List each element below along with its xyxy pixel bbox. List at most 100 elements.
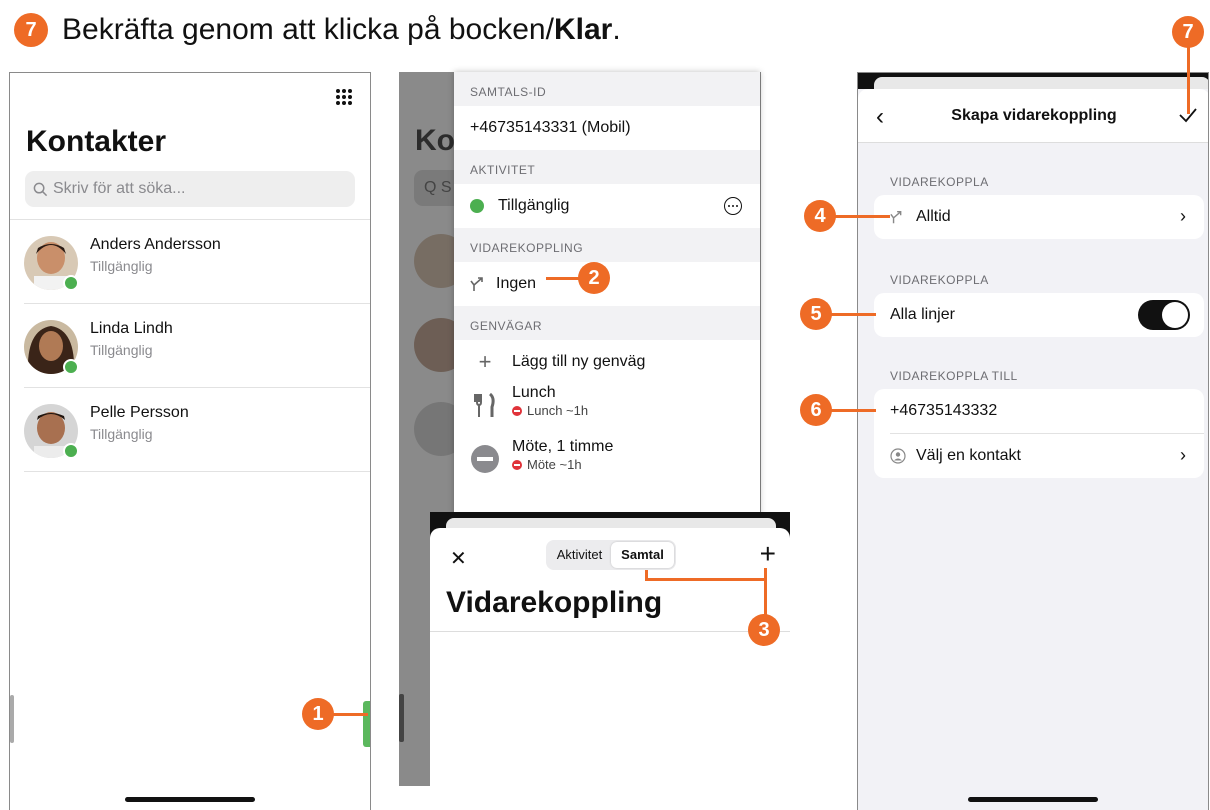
shortcut-lunch[interactable]: Lunch Lunch ~1h [454,384,760,438]
side-grip[interactable] [10,695,14,743]
forward-condition-card: Alltid › [874,195,1204,239]
contact-status: Tillgänglig [90,342,153,358]
callout-line-7 [1187,42,1190,114]
add-shortcut-row[interactable]: + Lägg till ny genväg [454,340,760,384]
section-header-shortcuts: GENVÄGAR [454,306,760,340]
callout-line-1 [332,713,368,716]
contact-status: Tillgänglig [90,258,153,274]
cutlery-icon [474,392,495,417]
sheet-edge [874,77,1208,89]
side-grip [399,694,404,742]
contact-row[interactable]: Linda Lindh Tillgänglig [24,304,370,388]
shortcut-title: Möte, 1 timme [512,438,614,455]
close-icon[interactable]: ✕ [450,546,467,571]
add-shortcut-label: Lägg till ny genväg [512,353,646,370]
nav-title: Skapa vidarekoppling [951,106,1117,124]
back-chevron-icon[interactable]: ‹ [876,103,884,131]
callout-line-6 [830,409,876,412]
section-header-forward: VIDAREKOPPLA [890,175,989,189]
section-header-activity: AKTIVITET [454,150,760,184]
contact-list: Anders Andersson Tillgänglig Linda Lindh… [10,219,370,472]
section-header-lines: VIDAREKOPPLA [890,273,989,287]
create-forwarding-screen: ‹ Skapa vidarekoppling VIDAREKOPPLA Allt… [857,72,1209,810]
activity-value: Tillgänglig [498,197,570,214]
forward-number-field[interactable]: +46735143332 [874,389,1204,433]
page-title: Kontakter [26,125,167,158]
divider [430,631,790,632]
forwarding-sheet: ✕ Aktivitet Samtal + Vidarekoppling [430,528,790,810]
callout-line-4 [830,215,890,218]
section-header-id: SAMTALS-ID [454,72,760,106]
instruction-text-main: Bekräfta genom att klicka på bocken/ [62,13,554,46]
shortcut-subtitle: Lunch ~1h [527,403,589,418]
shortcut-title: Lunch [512,384,556,401]
all-lines-card: Alla linjer [874,293,1204,337]
home-indicator [968,797,1098,802]
caller-id-row[interactable]: +46735143331 (Mobil) [454,106,760,150]
tab-activity[interactable]: Aktivitet [548,542,611,568]
do-not-disturb-icon [471,445,499,473]
sheet-title: Vidarekoppling [446,586,663,619]
forwarding-value: Ingen [496,275,537,292]
tab-calls[interactable]: Samtal [611,542,674,568]
caller-id-value: +46735143331 (Mobil) [470,119,631,136]
chevron-right-icon: › [1180,206,1186,226]
instruction-text-bold: Klar [553,13,613,46]
busy-icon [512,405,522,416]
contact-status: Tillgänglig [90,426,153,442]
callout-badge-1: 1 [302,698,334,730]
contact-name: Anders Andersson [90,236,221,253]
nav-bar: ‹ Skapa vidarekoppling [858,89,1208,143]
search-icon [33,182,48,196]
forward-number-value: +46735143332 [890,402,998,419]
presence-indicator [63,359,79,375]
forward-icon [470,277,483,291]
presence-indicator [63,275,79,291]
instruction-text: Bekräfta genom att klicka på bocken/Klar… [62,13,621,47]
more-options-icon[interactable] [724,197,742,215]
callout-line-2 [546,277,582,280]
instruction-headline: 7 Bekräfta genom att klicka på bocken/Kl… [14,10,621,50]
contact-name: Linda Lindh [90,320,173,337]
callout-badge-2: 2 [578,262,610,294]
all-lines-row: Alla linjer [874,293,1204,337]
callout-badge-5: 5 [800,298,832,330]
forward-to-card: +46735143332 Välj en kontakt › [874,389,1204,478]
status-drawer-handle[interactable] [363,701,370,747]
forward-icon [890,210,902,224]
contact-row[interactable]: Pelle Persson Tillgänglig [24,388,370,472]
plus-icon: + [478,349,492,374]
contact-icon [890,448,906,464]
section-header-forwarding: VIDAREKOPPLING [454,228,760,262]
add-forwarding-button[interactable]: + [760,538,776,570]
contact-name: Pelle Persson [90,404,189,421]
contact-row[interactable]: Anders Andersson Tillgänglig [24,220,370,304]
chevron-right-icon: › [1180,445,1186,465]
section-header-forward-to: VIDAREKOPPLA TILL [890,369,1018,383]
callout-badge-7: 7 [1172,16,1204,48]
segmented-control: Aktivitet Samtal [546,540,676,570]
dimmed-title: Ko [415,124,455,157]
busy-icon [512,459,522,470]
activity-row[interactable]: Tillgänglig [454,184,760,228]
forward-condition-value: Alltid [916,208,951,225]
callout-line-3c [764,568,767,616]
status-menu: SAMTALS-ID +46735143331 (Mobil) AKTIVITE… [454,72,760,518]
callout-line-5 [830,313,876,316]
callout-badge-6: 6 [800,394,832,426]
available-dot-icon [470,199,484,213]
instruction-text-tail: . [612,13,621,46]
step-badge-7: 7 [14,13,48,47]
choose-contact-row[interactable]: Välj en kontakt › [874,434,1204,478]
all-lines-label: Alla linjer [890,306,955,323]
shortcut-subtitle: Möte ~1h [527,457,582,472]
home-indicator [125,797,255,802]
shortcut-meeting[interactable]: Möte, 1 timme Möte ~1h [454,438,760,492]
forward-condition-row[interactable]: Alltid › [874,195,1204,239]
search-input[interactable]: Skriv för att söka... [25,171,355,207]
callout-badge-4: 4 [804,200,836,232]
dialpad-icon[interactable] [336,89,352,105]
choose-contact-label: Välj en kontakt [916,447,1021,464]
all-lines-toggle[interactable] [1138,300,1190,330]
presence-indicator [63,443,79,459]
